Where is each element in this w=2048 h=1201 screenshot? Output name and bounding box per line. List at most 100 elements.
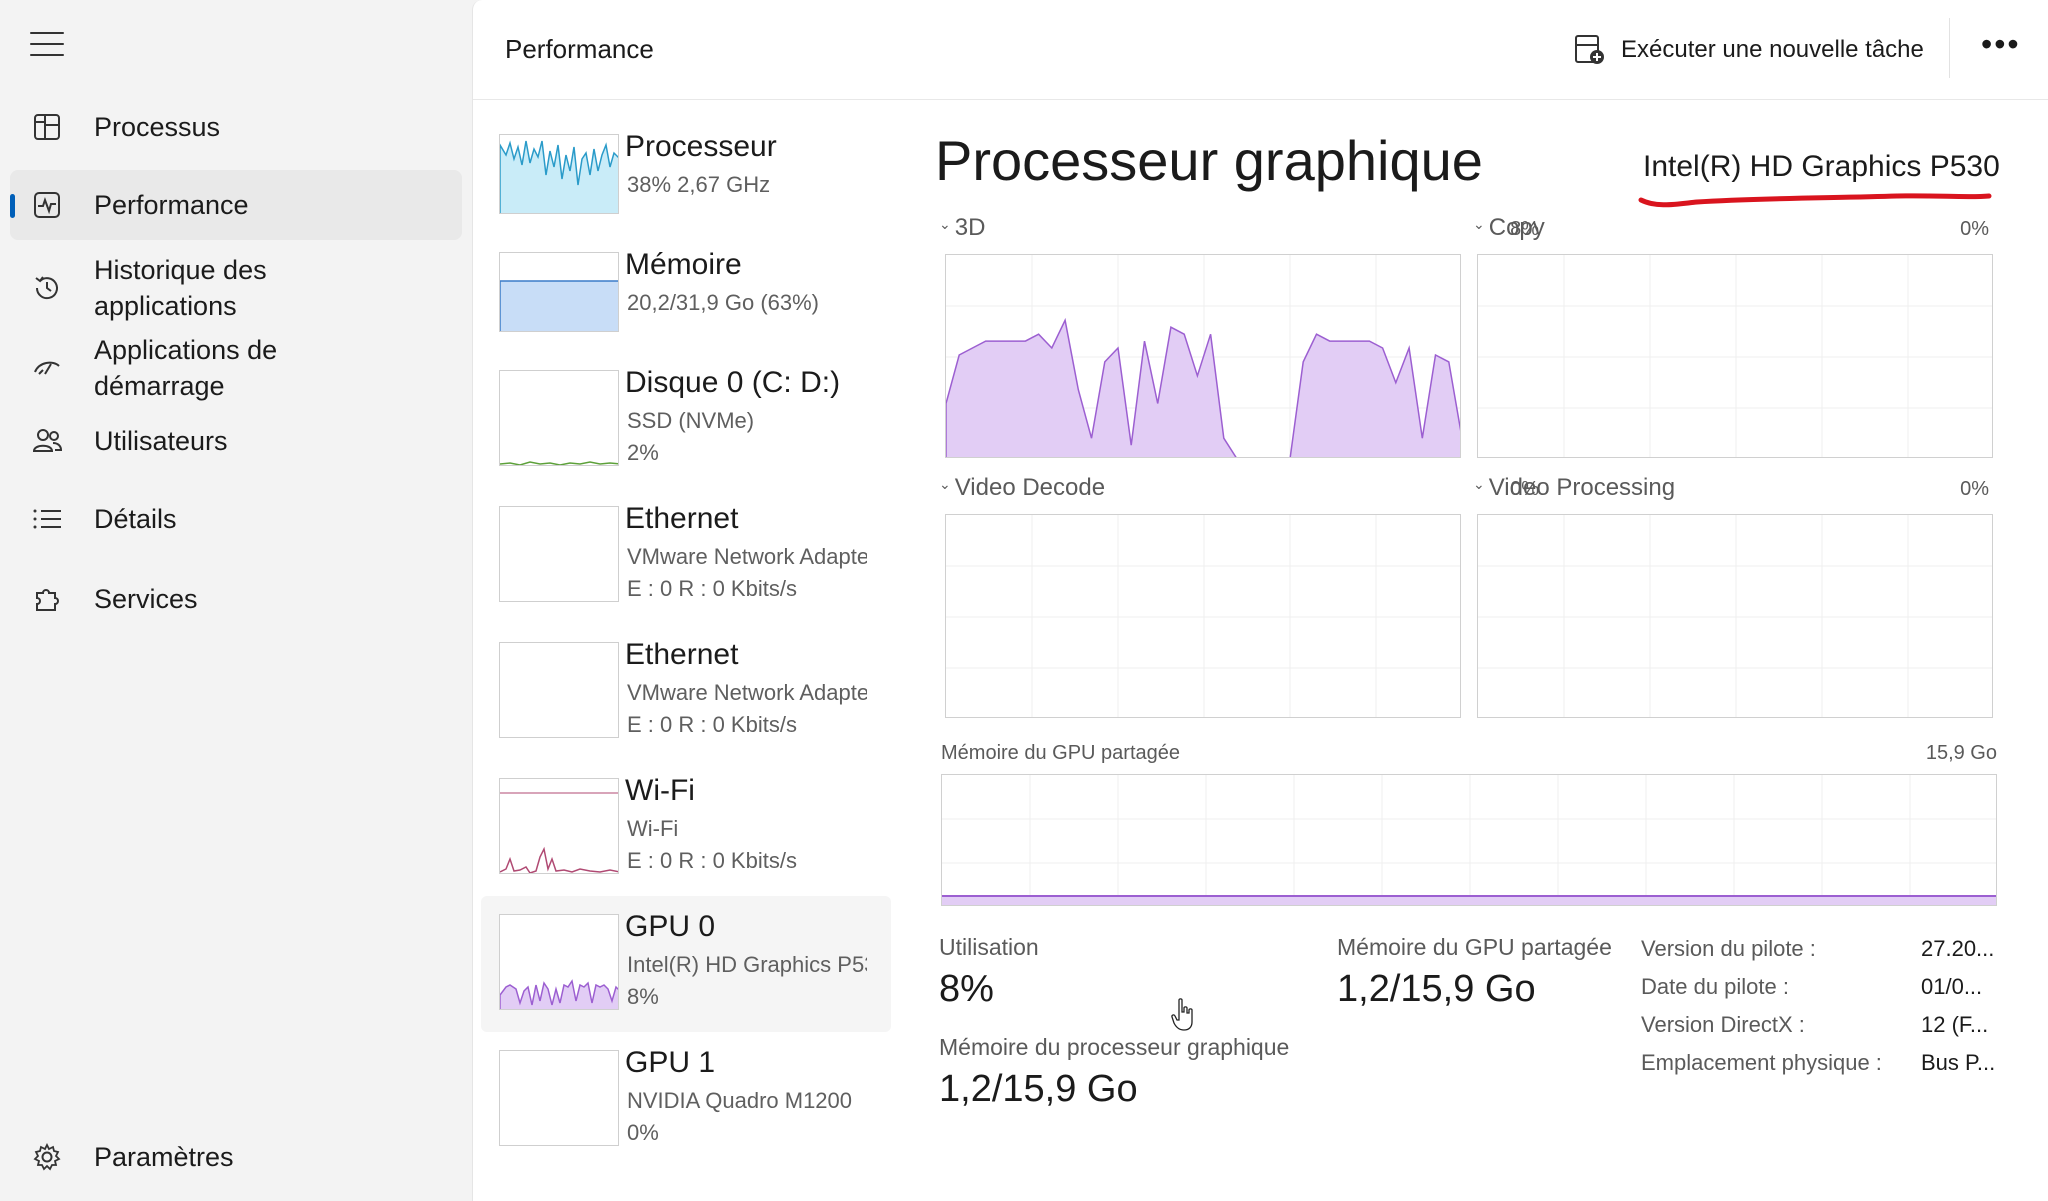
detail-title: Processeur graphique xyxy=(935,129,1483,192)
resource-item-gpu-0[interactable]: GPU 0 Intel(R) HD Graphics P530 8% xyxy=(481,896,891,1032)
sidebar-item-historique[interactable]: Historique des applications xyxy=(10,250,462,326)
gpu1-thumbnail-graph xyxy=(499,1050,619,1146)
3d-usage-chart xyxy=(946,255,1460,457)
physical-location-label: Emplacement physique : xyxy=(1641,1050,1882,1075)
ethernet-thumbnail-graph xyxy=(499,506,619,602)
resource-title: Processeur xyxy=(625,130,777,163)
resource-title: GPU 0 xyxy=(625,910,716,943)
users-icon xyxy=(30,424,64,458)
sidebar-item-processus[interactable]: Processus xyxy=(10,92,462,162)
details-list-icon xyxy=(30,502,64,536)
shared-memory-graph xyxy=(941,774,1997,906)
resource-title: Ethernet xyxy=(625,638,739,671)
resource-subtitle-2: 8% xyxy=(627,984,659,1009)
resource-subtitle: Wi-Fi xyxy=(627,816,679,841)
sidebar-item-utilisateurs[interactable]: Utilisateurs xyxy=(10,406,462,476)
memory-thumbnail-graph xyxy=(499,252,619,332)
run-task-icon xyxy=(1575,35,1604,64)
engine-graph-video-decode xyxy=(945,514,1461,718)
driver-date-value: 01/0... xyxy=(1921,974,1983,999)
sidebar-item-label: Paramètres xyxy=(94,1142,234,1172)
resource-title: Disque 0 (C: D:) xyxy=(625,366,841,399)
hamburger-menu-icon[interactable] xyxy=(30,32,64,60)
sidebar-item-details[interactable]: Détails xyxy=(10,484,462,554)
physical-location-value: Bus P... xyxy=(1921,1050,1996,1075)
cpu-thumbnail-graph xyxy=(499,134,619,214)
engine-label-video-processing[interactable]: ⌄ Video Processing xyxy=(1473,474,1675,502)
engine-graph-3d xyxy=(945,254,1461,458)
resource-subtitle: Intel(R) HD Graphics P530 xyxy=(627,952,867,977)
sidebar-item-label: Applications de démarrage xyxy=(94,335,278,401)
sidebar: Processus Performance Historique des app… xyxy=(0,0,472,1201)
more-options-icon[interactable]: ••• xyxy=(1981,28,2021,60)
resource-subtitle-2: E : 0 R : 0 Kbits/s xyxy=(627,576,797,601)
resource-subtitle-2: 0% xyxy=(627,1120,659,1145)
gpu-memory-label: Mémoire du processeur graphique xyxy=(939,1034,1290,1060)
engine-percent-video-processing: 0% xyxy=(1960,478,1989,500)
wifi-thumbnail-graph xyxy=(499,778,619,874)
resource-subtitle: SSD (NVMe) xyxy=(627,408,755,433)
resource-subtitle: NVIDIA Quadro M1200 xyxy=(627,1088,853,1113)
resource-title: Ethernet xyxy=(625,502,739,535)
disk-thumbnail-graph xyxy=(499,370,619,466)
chevron-down-icon: ⌄ xyxy=(939,476,951,492)
sidebar-item-performance[interactable]: Performance xyxy=(10,170,462,240)
chevron-down-icon: ⌄ xyxy=(939,216,951,232)
gpu0-thumbnail-graph xyxy=(499,914,619,1010)
annotation-underline xyxy=(1638,193,1992,208)
gpu-name: Intel(R) HD Graphics P530 xyxy=(1643,150,2000,183)
page-title: Performance xyxy=(505,34,654,64)
gpu-memory-value: 1,2/15,9 Go xyxy=(939,1068,1138,1110)
shared-memory-label: Mémoire du GPU partagée xyxy=(1337,934,1612,960)
sidebar-item-demarrage[interactable]: Applications de démarrage xyxy=(10,330,462,406)
main-panel: Performance Exécuter une nouvelle tâche … xyxy=(472,0,2048,1201)
header-divider xyxy=(1949,18,1950,78)
driver-date-label: Date du pilote : xyxy=(1641,974,1789,999)
resource-item-disque[interactable]: Disque 0 (C: D:) SSD (NVMe) 2% xyxy=(481,352,891,488)
header: Performance Exécuter une nouvelle tâche … xyxy=(473,0,2048,100)
history-clock-icon xyxy=(30,271,64,305)
run-new-task-button[interactable]: Exécuter une nouvelle tâche xyxy=(1573,28,1924,72)
resource-item-ethernet-1[interactable]: Ethernet VMware Network Adapter E : 0 R … xyxy=(481,488,891,624)
shared-memory-graph-max: 15,9 Go xyxy=(1925,742,1997,764)
driver-version-value: 27.20... xyxy=(1921,936,1995,961)
utilisation-label: Utilisation xyxy=(939,934,1039,960)
resource-item-memoire[interactable]: Mémoire 20,2/31,9 Go (63%) xyxy=(481,234,891,370)
sidebar-item-label: Détails xyxy=(94,504,177,534)
resource-subtitle: VMware Network Adapter xyxy=(627,544,867,569)
resource-subtitle-2: E : 0 R : 0 Kbits/s xyxy=(627,848,797,873)
engine-graph-copy xyxy=(1477,254,1993,458)
utilisation-value: 8% xyxy=(939,968,994,1010)
engine-percent-copy: 0% xyxy=(1960,218,1989,240)
resource-item-wifi[interactable]: Wi-Fi Wi-Fi E : 0 R : 0 Kbits/s xyxy=(481,760,891,896)
hand-cursor-icon xyxy=(1171,998,1193,1031)
engine-label-3d[interactable]: ⌄ 3D xyxy=(939,214,985,242)
directx-version-label: Version DirectX : xyxy=(1641,1012,1805,1037)
engine-label-copy[interactable]: ⌄ Copy xyxy=(1473,214,1545,242)
sidebar-item-label: Processus xyxy=(94,112,221,142)
engine-graph-video-processing xyxy=(1477,514,1993,718)
engine-label-video-decode[interactable]: ⌄ Video Decode xyxy=(939,474,1105,502)
resource-item-gpu-1[interactable]: GPU 1 NVIDIA Quadro M1200 0% xyxy=(481,1032,891,1168)
sidebar-item-label: Services xyxy=(94,584,198,614)
resource-subtitle: 38% 2,67 GHz xyxy=(627,172,771,197)
processes-grid-icon xyxy=(30,110,64,144)
resource-title: Wi-Fi xyxy=(625,774,695,807)
chevron-down-icon: ⌄ xyxy=(1473,216,1485,232)
resource-title: GPU 1 xyxy=(625,1046,716,1079)
sidebar-item-label: Performance xyxy=(94,190,249,220)
shared-memory-value: 1,2/15,9 Go xyxy=(1337,968,1536,1010)
ethernet-thumbnail-graph xyxy=(499,642,619,738)
performance-pulse-icon xyxy=(30,188,64,222)
resource-subtitle: VMware Network Adapter xyxy=(627,680,867,705)
resource-subtitle: 20,2/31,9 Go (63%) xyxy=(627,290,820,315)
resource-item-ethernet-2[interactable]: Ethernet VMware Network Adapter E : 0 R … xyxy=(481,624,891,760)
resource-subtitle-2: 2% xyxy=(627,440,659,465)
resource-title: Mémoire xyxy=(625,248,742,281)
chevron-down-icon: ⌄ xyxy=(1473,476,1485,492)
shared-memory-graph-label: Mémoire du GPU partagée xyxy=(941,742,1181,764)
sidebar-item-parametres[interactable]: Paramètres xyxy=(10,1122,462,1192)
sidebar-item-services[interactable]: Services xyxy=(10,564,462,634)
services-puzzle-icon xyxy=(30,582,64,616)
resource-item-processeur[interactable]: Processeur 38% 2,67 GHz xyxy=(481,116,891,252)
